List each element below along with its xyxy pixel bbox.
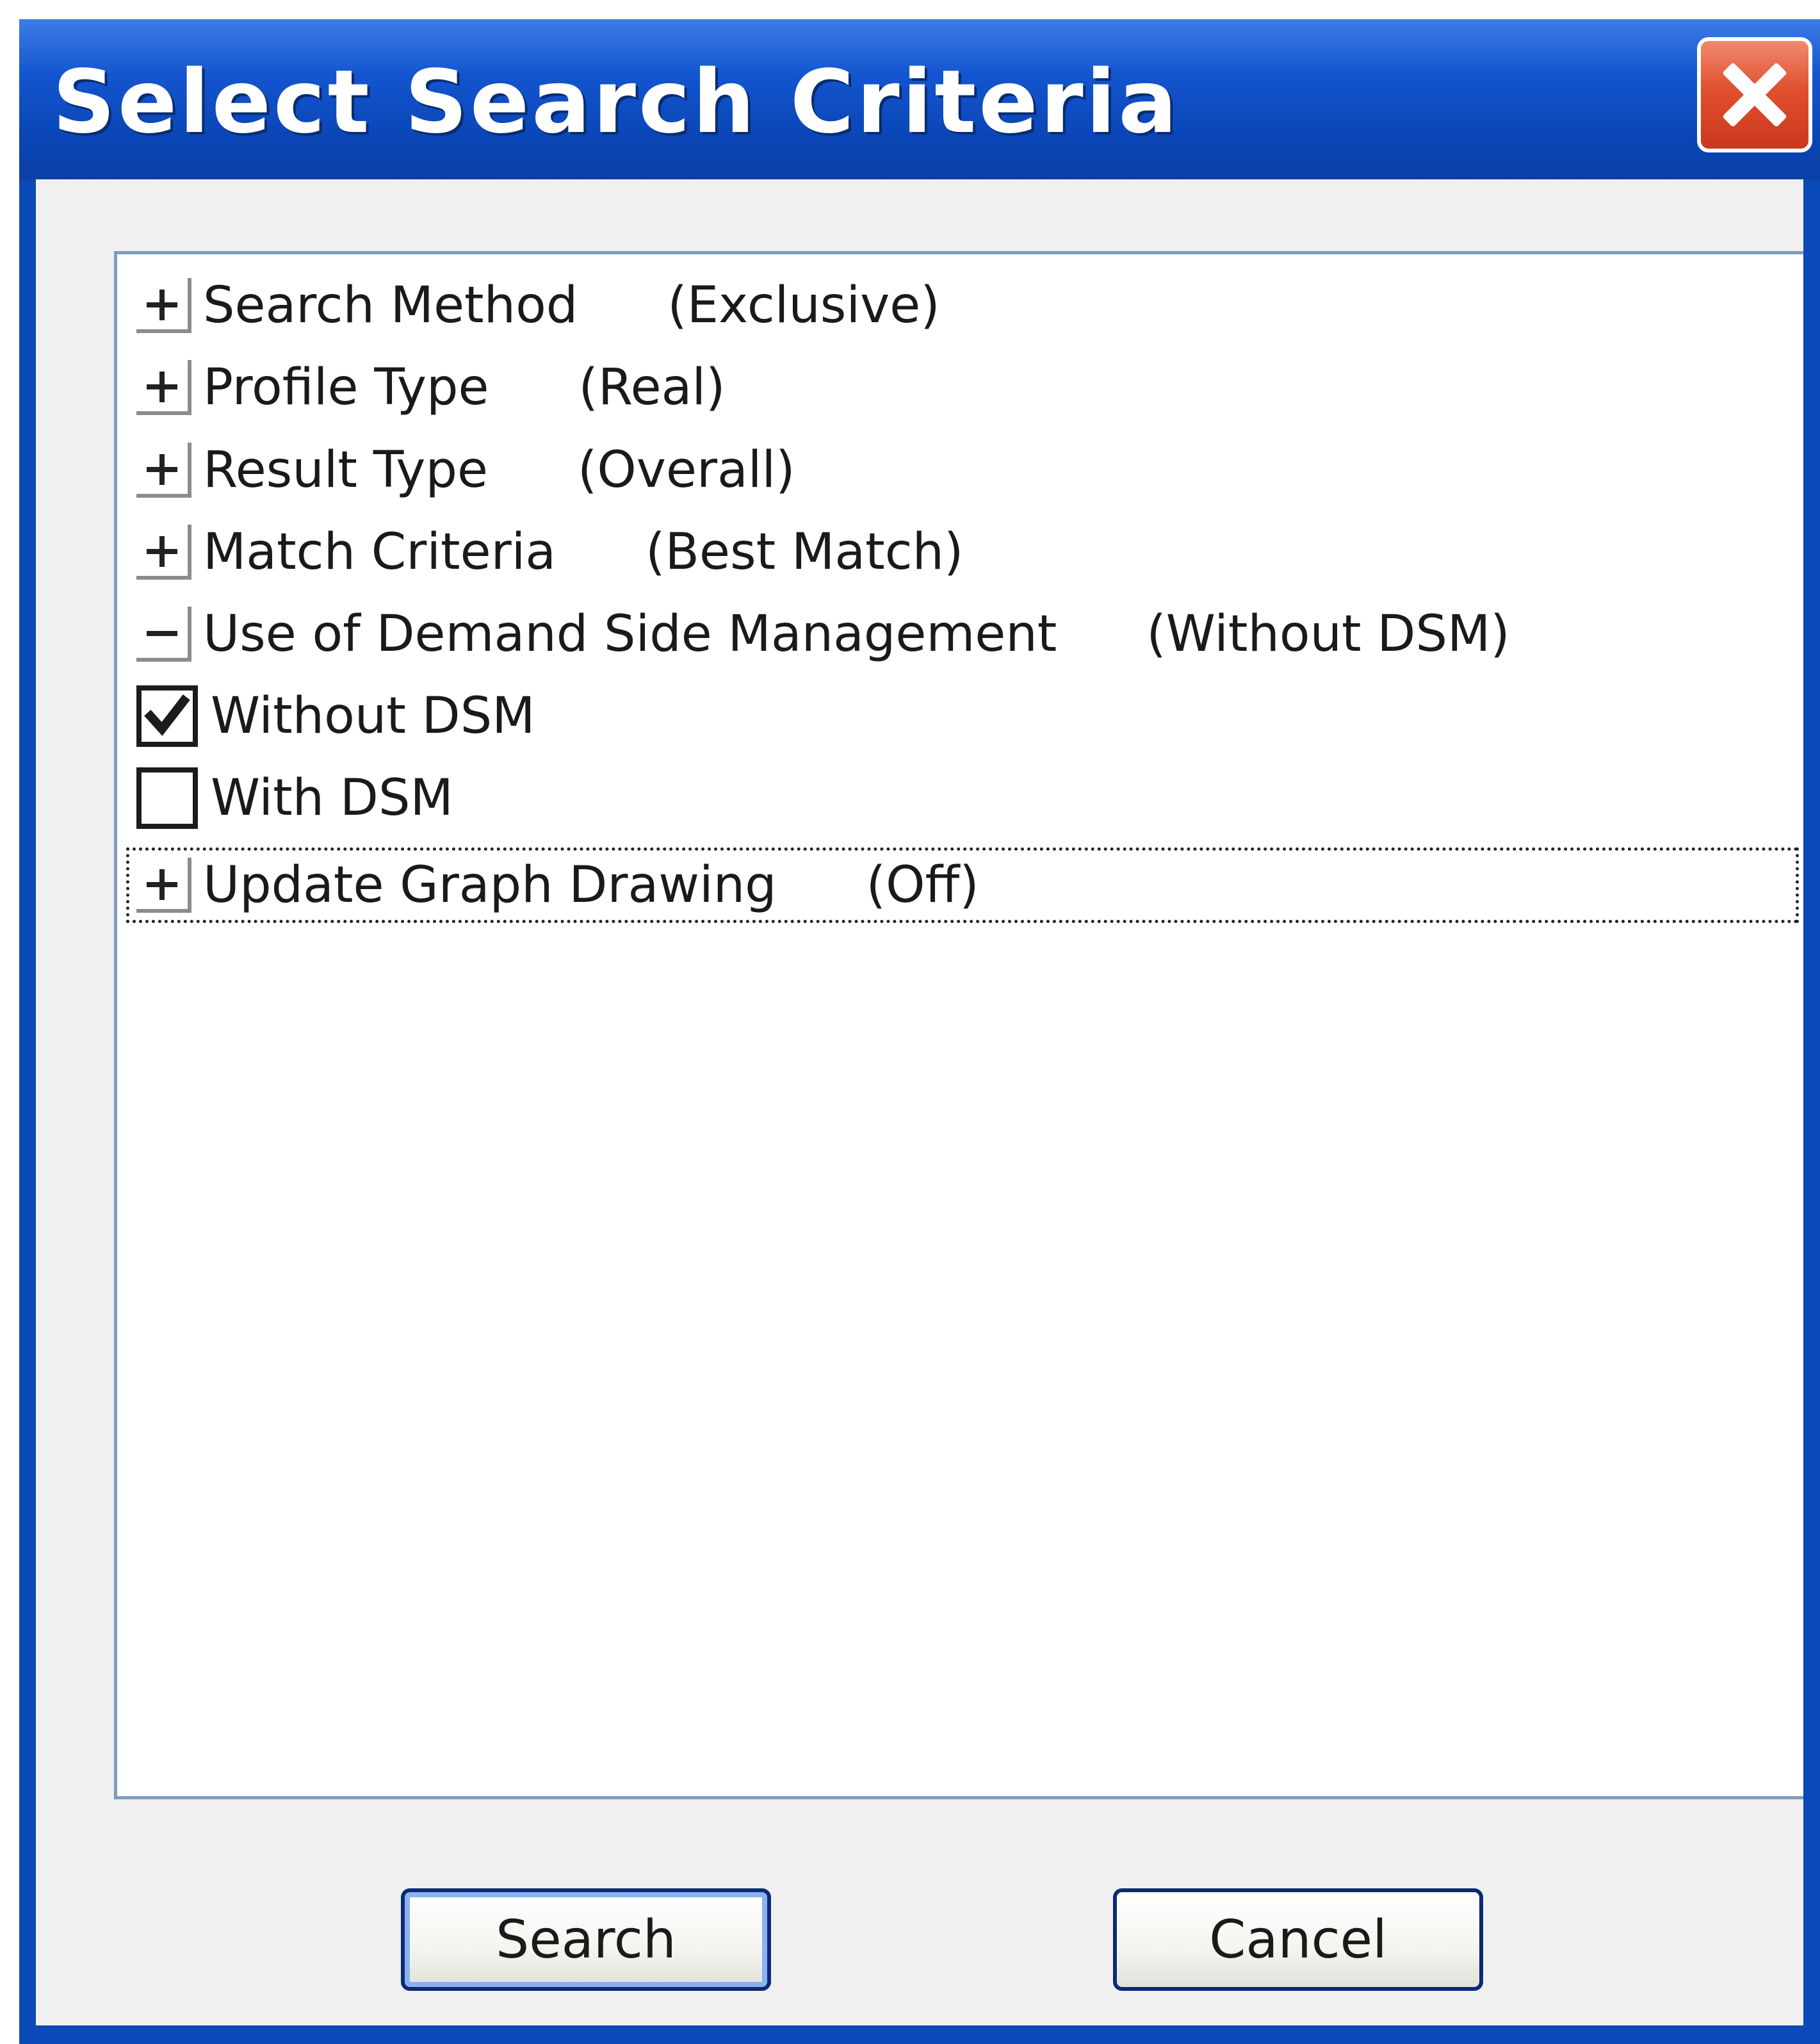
- title-bar[interactable]: Select Search Criteria: [19, 19, 1820, 179]
- option-label: With DSM: [211, 769, 453, 827]
- close-button[interactable]: [1697, 37, 1812, 152]
- expand-icon[interactable]: [136, 858, 191, 913]
- expand-icon[interactable]: [136, 278, 191, 333]
- tree-item-demand-side-management[interactable]: Use of Demand Side Management (Without D…: [136, 602, 1510, 666]
- tree-item-value: (Real): [578, 359, 726, 416]
- expand-icon[interactable]: [136, 443, 191, 498]
- tree-item-label: Match Criteria: [203, 523, 557, 581]
- checkmark-icon: [144, 694, 190, 736]
- option-with-dsm[interactable]: With DSM: [136, 766, 453, 830]
- tree-item-value: (Exclusive): [667, 277, 940, 334]
- tree-item-label: Search Method: [203, 277, 578, 334]
- dialog-window: Select Search Criteria Search Method (Ex…: [19, 19, 1820, 2044]
- tree-item-value: (Best Match): [646, 523, 964, 581]
- tree-item-match-criteria[interactable]: Match Criteria (Best Match): [136, 520, 963, 584]
- search-button[interactable]: Search: [401, 1888, 771, 1991]
- expand-icon[interactable]: [136, 525, 191, 580]
- option-label: Without DSM: [211, 687, 535, 745]
- tree-item-result-type[interactable]: Result Type (Overall): [136, 438, 795, 502]
- tree-item-value: (Overall): [577, 441, 795, 499]
- tree-item-label: Use of Demand Side Management: [203, 605, 1057, 663]
- criteria-tree[interactable]: Search Method (Exclusive) Profile Type (…: [114, 251, 1803, 1799]
- collapse-icon[interactable]: [136, 607, 191, 662]
- checkbox-unchecked[interactable]: [136, 767, 198, 829]
- expand-icon[interactable]: [136, 360, 191, 415]
- tree-item-value: (Off): [866, 856, 979, 914]
- option-without-dsm[interactable]: Without DSM: [136, 684, 535, 748]
- tree-item-profile-type[interactable]: Profile Type (Real): [136, 356, 726, 420]
- tree-item-label: Update Graph Drawing: [203, 856, 777, 914]
- tree-item-update-graph-drawing[interactable]: Update Graph Drawing (Off): [136, 853, 979, 917]
- tree-item-value: (Without DSM): [1146, 605, 1510, 663]
- cancel-button[interactable]: Cancel: [1113, 1888, 1483, 1991]
- dialog-title: Select Search Criteria: [53, 52, 1180, 153]
- tree-item-search-method[interactable]: Search Method (Exclusive): [136, 274, 940, 338]
- tree-item-label: Profile Type: [203, 359, 489, 416]
- dialog-client-area: Search Method (Exclusive) Profile Type (…: [36, 179, 1803, 2025]
- checkbox-checked[interactable]: [136, 685, 198, 747]
- tree-item-label: Result Type: [203, 441, 488, 499]
